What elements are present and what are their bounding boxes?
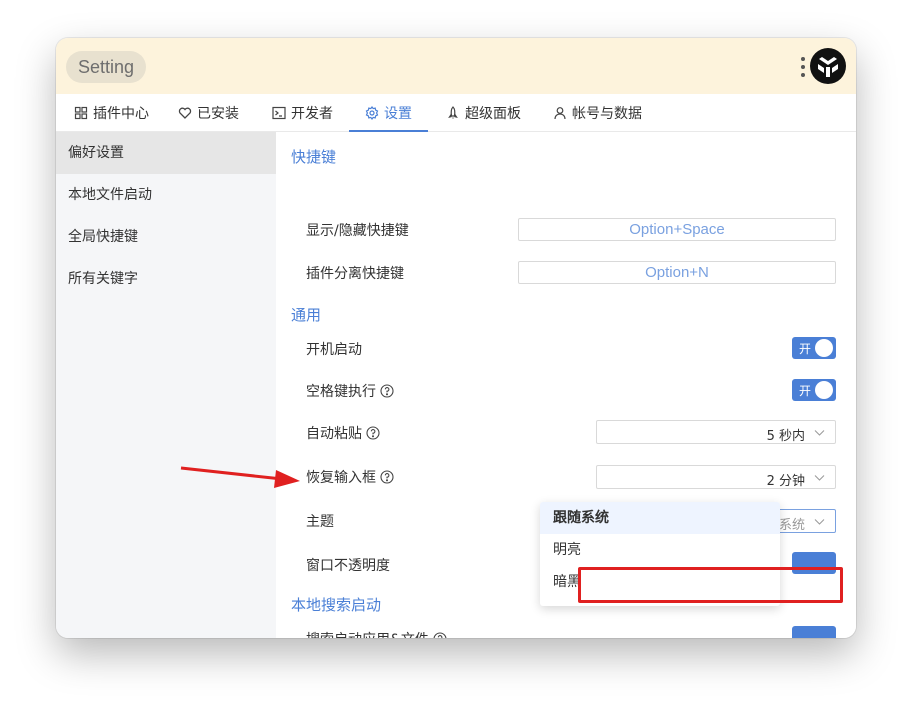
row-label-theme: 主题 [306, 511, 334, 531]
auto-paste-select[interactable]: 5 秒内 [596, 420, 836, 444]
app-logo[interactable] [810, 48, 846, 84]
label-text: 空格键执行 [306, 384, 376, 400]
detach-shortcut-input[interactable]: Option+N [518, 261, 836, 284]
row-label-launch-at-login: 开机启动 [306, 339, 362, 359]
tab-installed[interactable]: 已安装 [176, 94, 241, 132]
tab-developer[interactable]: 开发者 [270, 94, 335, 132]
row-label-restore-input: 恢复输入框 [306, 467, 394, 487]
annotation-arrow [180, 466, 300, 488]
section-title-general: 通用 [291, 306, 322, 324]
row-label-detach-shortcut: 插件分离快捷键 [306, 263, 404, 283]
row-label-space-exec: 空格键执行 [306, 381, 394, 401]
label-text: 搜索启动应用&文件 [306, 629, 429, 638]
row-label-search-apps: 搜索启动应用&文件 [306, 629, 447, 638]
chevron-down-icon [814, 519, 825, 525]
select-value: 5 秒内 [766, 429, 805, 444]
label-text: 恢复输入框 [306, 470, 376, 486]
launch-at-login-switch[interactable]: 开 [792, 337, 836, 359]
switch-text: 开 [799, 384, 812, 398]
help-icon[interactable] [366, 426, 380, 440]
label-text: 自动粘贴 [306, 426, 362, 442]
tab-super-panel[interactable]: 超级面板 [444, 94, 523, 132]
more-vertical-icon[interactable] [800, 55, 806, 79]
help-icon[interactable] [380, 384, 394, 398]
select-value: 2 分钟 [766, 474, 805, 489]
switch-knob [815, 339, 833, 357]
search-apps-switch[interactable] [792, 626, 836, 638]
tab-label: 设置 [384, 106, 412, 122]
switch-text: 开 [799, 342, 812, 356]
tab-plugin-center[interactable]: 插件中心 [72, 94, 151, 132]
help-icon[interactable] [433, 632, 447, 638]
gear-icon [365, 106, 379, 120]
label-text: 窗口不透明度 [306, 558, 390, 574]
section-title-local-search: 本地搜索启动 [291, 596, 382, 614]
sidebar-item-global-shortcuts[interactable]: 全局快捷键 [56, 216, 276, 258]
restore-input-select[interactable]: 2 分钟 [596, 465, 836, 489]
toggle-shortcut-input[interactable]: Option+Space [518, 218, 836, 241]
tab-label: 插件中心 [93, 106, 149, 122]
tab-settings[interactable]: 设置 [349, 94, 428, 132]
grid-icon [74, 106, 88, 120]
space-exec-switch[interactable]: 开 [792, 379, 836, 401]
label-text: 显示/隐藏快捷键 [306, 223, 409, 239]
user-icon [554, 107, 566, 120]
row-label-opacity: 窗口不透明度 [306, 555, 390, 575]
sidebar-item-preferences[interactable]: 偏好设置 [56, 132, 276, 174]
theme-option-light[interactable]: 明亮 [540, 534, 780, 566]
settings-sidebar: 偏好设置 本地文件启动 全局快捷键 所有关键字 [56, 132, 276, 638]
tab-label: 帐号与数据 [572, 106, 642, 122]
tab-label: 已安装 [197, 106, 239, 122]
row-label-auto-paste: 自动粘贴 [306, 423, 380, 443]
tab-label: 超级面板 [465, 106, 521, 122]
heart-icon [178, 107, 192, 119]
tab-account-data[interactable]: 帐号与数据 [551, 94, 644, 132]
main-tab-bar: 插件中心 已安装 开发者 设置 超级面板 帐号与数据 [56, 94, 856, 132]
annotation-highlight-box [578, 567, 843, 603]
label-text: 开机启动 [306, 342, 362, 358]
theme-option-follow-system[interactable]: 跟随系统 [540, 502, 780, 534]
window-title: Setting [66, 51, 147, 83]
chevron-down-icon [814, 475, 825, 481]
sidebar-item-all-keywords[interactable]: 所有关键字 [56, 258, 276, 300]
tab-label: 开发者 [291, 106, 333, 122]
label-text: 主题 [306, 514, 334, 530]
chevron-down-icon [814, 430, 825, 436]
terminal-icon [272, 106, 286, 120]
switch-knob [815, 381, 833, 399]
label-text: 插件分离快捷键 [306, 266, 404, 282]
row-label-toggle-shortcut: 显示/隐藏快捷键 [306, 220, 409, 240]
help-icon[interactable] [380, 470, 394, 484]
section-title-shortcuts: 快捷键 [291, 148, 337, 166]
sidebar-item-local-launch[interactable]: 本地文件启动 [56, 174, 276, 216]
rocket-icon [448, 106, 458, 119]
title-bar: Setting [56, 38, 856, 94]
